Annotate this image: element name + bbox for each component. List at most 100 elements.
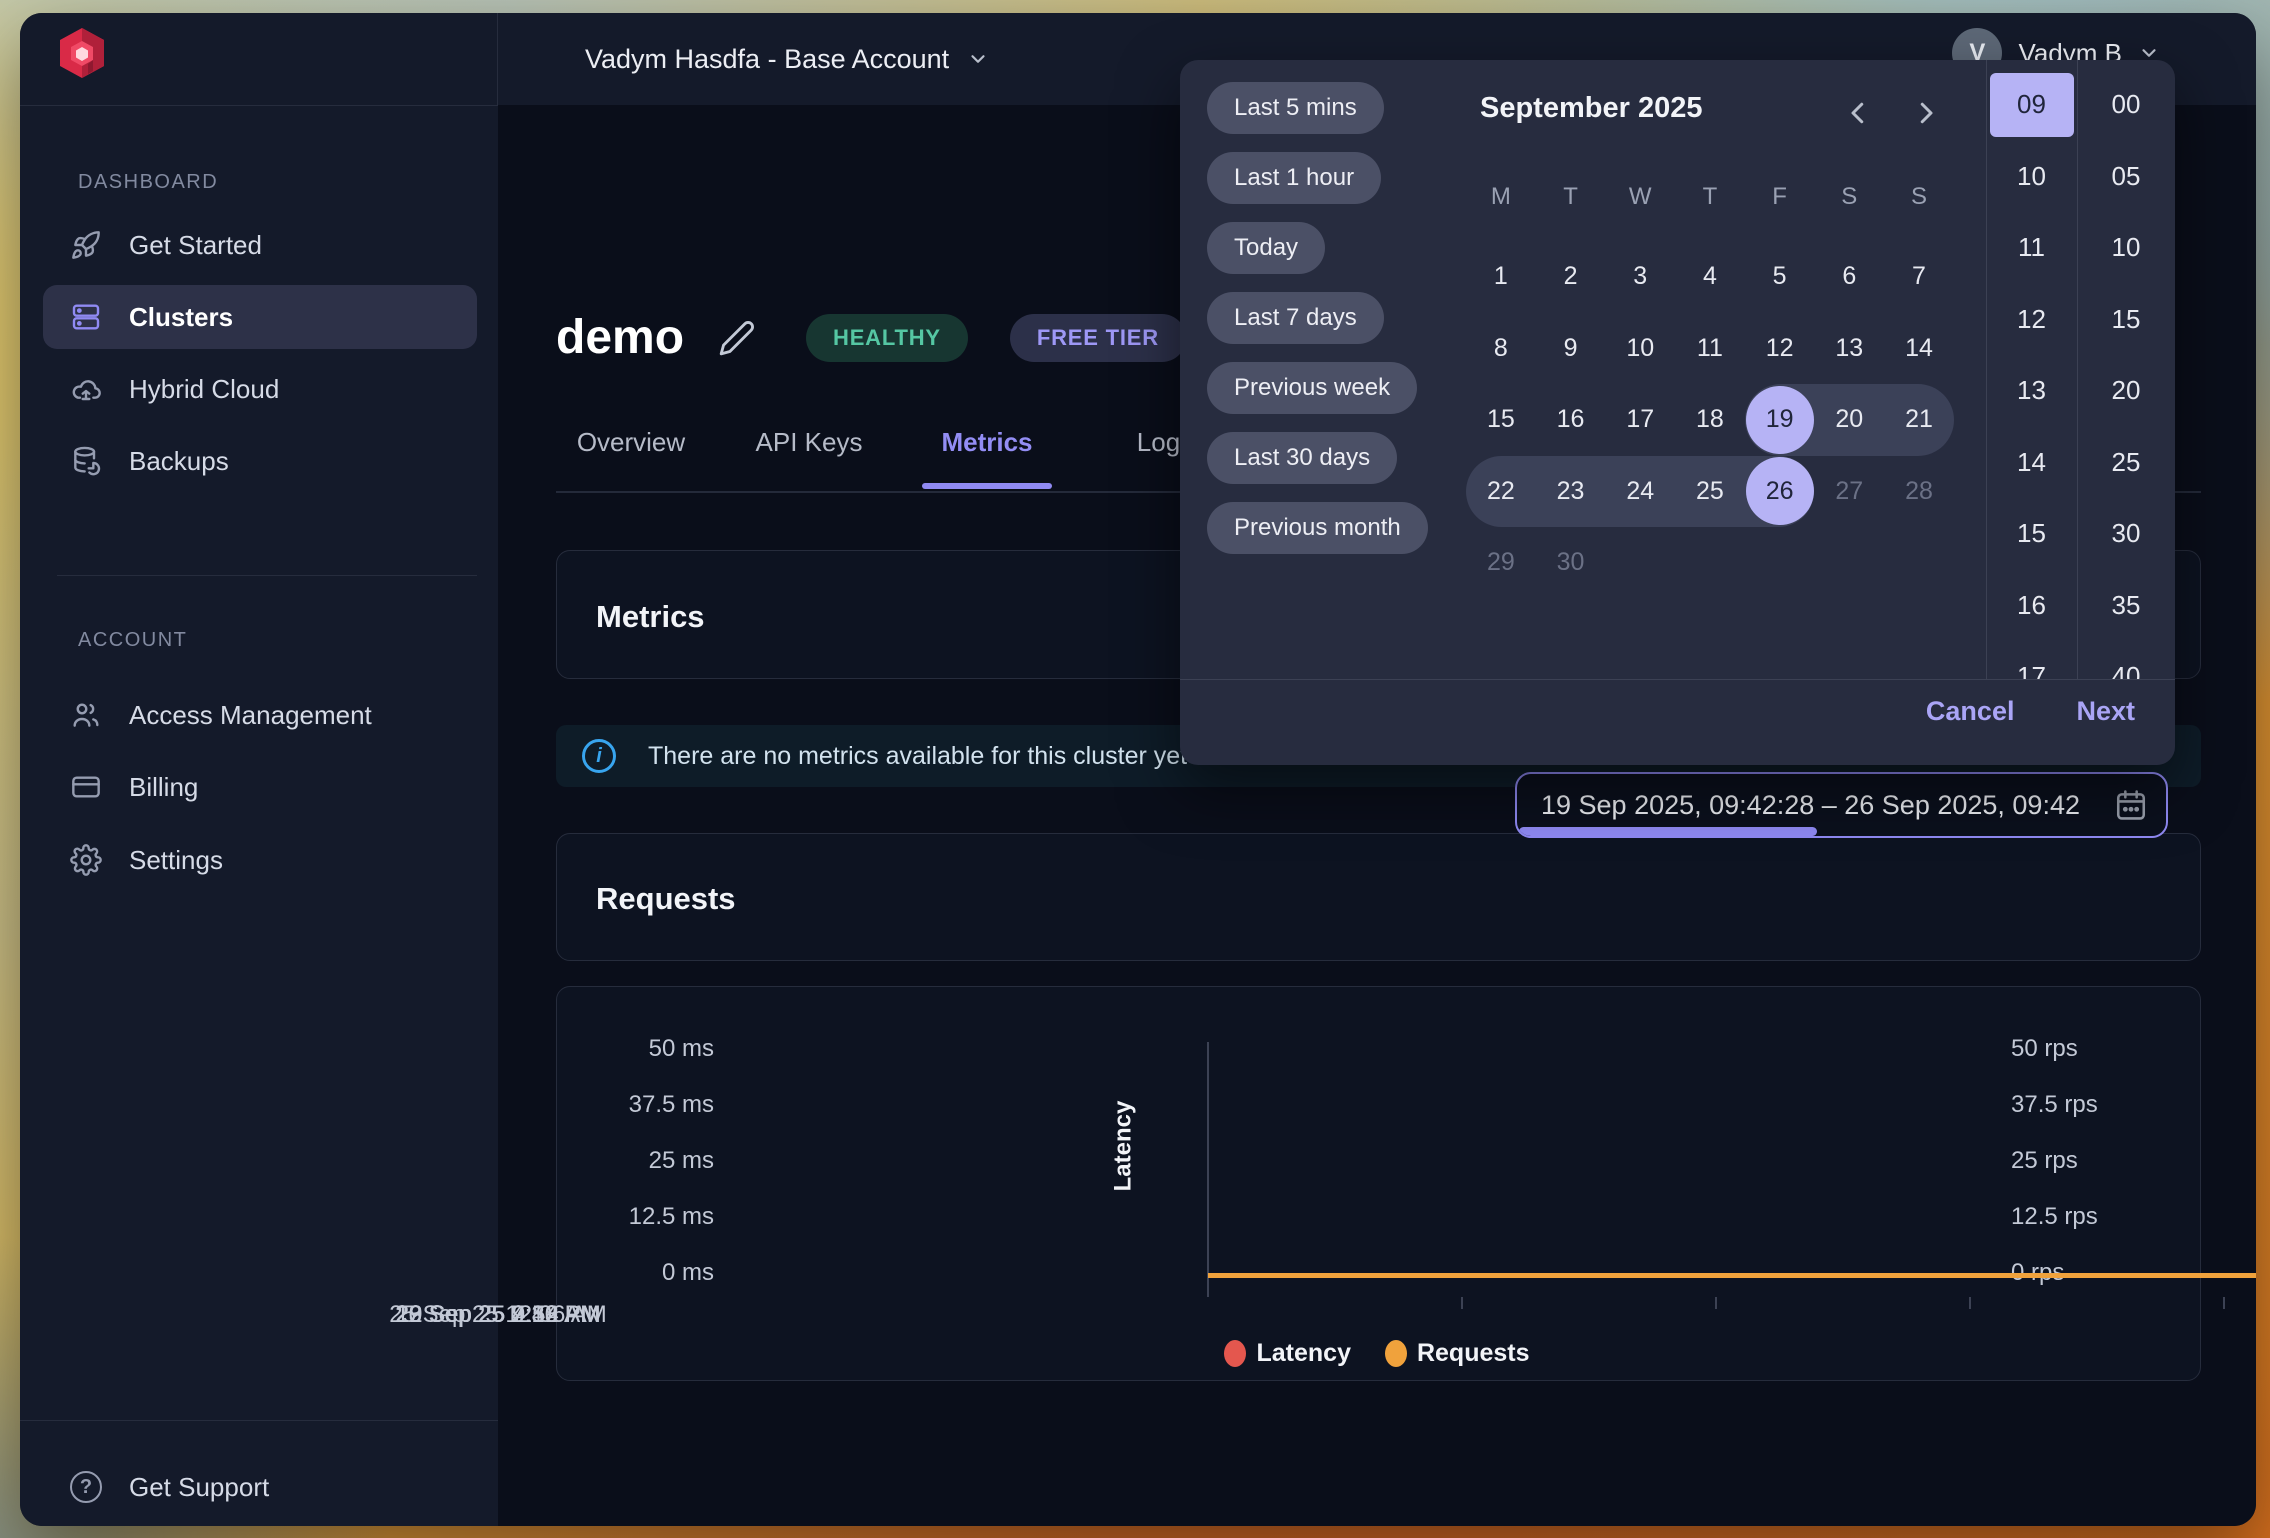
calendar-icon[interactable] xyxy=(2114,788,2148,822)
calendar-day[interactable]: 22 xyxy=(1466,456,1536,528)
calendar-day[interactable]: 4 xyxy=(1675,241,1745,313)
hour-option[interactable]: 17 xyxy=(1990,645,2074,679)
calendar-day[interactable]: 24 xyxy=(1605,456,1675,528)
sidebar-section-dashboard: DASHBOARD xyxy=(78,171,218,194)
legend-item-latency[interactable]: Latency xyxy=(1224,1339,1350,1368)
calendar-day[interactable]: 17 xyxy=(1605,384,1675,456)
minute-option[interactable]: 10 xyxy=(2084,216,2168,280)
minute-option[interactable]: 20 xyxy=(2084,359,2168,423)
calendar-day[interactable]: 25 xyxy=(1675,456,1745,528)
latency-dot-icon xyxy=(1224,1340,1246,1367)
desktop-wallpaper: DASHBOARD Get Started Clusters Hybrid Cl… xyxy=(0,0,2270,1538)
hour-option[interactable]: 15 xyxy=(1990,502,2074,566)
hour-option[interactable]: 12 xyxy=(1990,287,2074,351)
calendar-day[interactable]: 21 xyxy=(1884,384,1954,456)
calendar-prev-icon[interactable] xyxy=(1843,98,1873,128)
sidebar-item-label: Billing xyxy=(129,772,198,803)
minute-option[interactable]: 15 xyxy=(2084,287,2168,351)
sidebar-item-clusters[interactable]: Clusters xyxy=(43,285,477,349)
minute-picker-column: 00 05 10 15 20 25 30 35 40 xyxy=(2077,60,2175,679)
calendar-day[interactable]: 26 xyxy=(1745,456,1815,528)
edit-pencil-icon[interactable] xyxy=(718,319,756,357)
quick-range-button[interactable]: Last 1 hour xyxy=(1207,152,1381,204)
chart-legend: Latency Requests xyxy=(498,1339,2256,1368)
sidebar-item-settings[interactable]: Settings xyxy=(43,828,477,892)
sidebar-item-get-started[interactable]: Get Started xyxy=(43,213,477,277)
cluster-tabs: OverviewAPI KeysMetricsLogs xyxy=(556,427,1240,489)
quick-range-button[interactable]: Today xyxy=(1207,222,1325,274)
gear-icon xyxy=(69,843,103,877)
info-icon: i xyxy=(582,739,616,773)
calendar-day[interactable]: 27 xyxy=(1814,456,1884,528)
sidebar-item-billing[interactable]: Billing xyxy=(43,755,477,819)
calendar-day[interactable]: 29 xyxy=(1466,527,1536,599)
calendar-next-icon[interactable] xyxy=(1911,98,1941,128)
calendar-day[interactable]: 10 xyxy=(1605,313,1675,385)
quick-range-button[interactable]: Previous month xyxy=(1207,502,1428,554)
sidebar-item-label: Get Support xyxy=(129,1472,269,1503)
cluster-title-row: demo HEALTHY FREE TIER xyxy=(556,310,1186,365)
calendar-day[interactable]: 28 xyxy=(1884,456,1954,528)
calendar-day[interactable]: 6 xyxy=(1814,241,1884,313)
rocket-icon xyxy=(69,228,103,262)
hour-option[interactable]: 11 xyxy=(1990,216,2074,280)
sidebar-bottom-divider xyxy=(20,1420,498,1421)
sidebar-item-label: Get Started xyxy=(129,230,262,261)
calendar-day[interactable]: 13 xyxy=(1814,313,1884,385)
calendar-day[interactable]: 9 xyxy=(1536,313,1606,385)
quick-range-button[interactable]: Last 5 mins xyxy=(1207,82,1384,134)
sidebar-item-hybrid-cloud[interactable]: Hybrid Cloud xyxy=(43,357,477,421)
calendar-day[interactable]: 15 xyxy=(1466,384,1536,456)
calendar-day[interactable]: 30 xyxy=(1536,527,1606,599)
calendar-day[interactable]: 7 xyxy=(1884,241,1954,313)
sidebar-item-backups[interactable]: Backups xyxy=(43,429,477,493)
calendar-day[interactable]: 19 xyxy=(1745,384,1815,456)
weekday-label: S xyxy=(1814,172,1884,222)
minute-option[interactable]: 35 xyxy=(2084,573,2168,637)
account-switcher[interactable]: Vadym Hasdfa - Base Account xyxy=(585,13,989,105)
calendar-day[interactable]: 14 xyxy=(1884,313,1954,385)
minute-option[interactable]: 00 xyxy=(2084,73,2168,137)
chart-left-axis-ticks: 50 ms37.5 ms25 ms12.5 ms0 ms xyxy=(614,1036,714,1286)
cancel-button[interactable]: Cancel xyxy=(1926,696,2015,727)
hour-option[interactable]: 10 xyxy=(1990,144,2074,208)
calendar-day[interactable]: 11 xyxy=(1675,313,1745,385)
date-range-input[interactable]: 19 Sep 2025, 09:42:28 – 26 Sep 2025, 09:… xyxy=(1515,772,2168,838)
minute-option[interactable]: 40 xyxy=(2084,645,2168,679)
hour-option[interactable]: 16 xyxy=(1990,573,2074,637)
calendar-day[interactable]: 8 xyxy=(1466,313,1536,385)
requests-panel: Requests xyxy=(556,833,2201,961)
qdrant-logo-icon[interactable] xyxy=(57,27,107,79)
metrics-panel-title: Metrics xyxy=(596,599,705,635)
calendar-day[interactable]: 18 xyxy=(1675,384,1745,456)
calendar-day[interactable]: 12 xyxy=(1745,313,1815,385)
minute-option[interactable]: 30 xyxy=(2084,502,2168,566)
hour-option[interactable]: 14 xyxy=(1990,430,2074,494)
quick-range-button[interactable]: Last 30 days xyxy=(1207,432,1397,484)
minute-option[interactable]: 25 xyxy=(2084,430,2168,494)
popup-footer-divider xyxy=(1180,679,2175,680)
calendar-day[interactable]: 1 xyxy=(1466,241,1536,313)
legend-item-requests[interactable]: Requests xyxy=(1385,1339,1530,1368)
calendar-day[interactable]: 23 xyxy=(1536,456,1606,528)
calendar-day[interactable]: 3 xyxy=(1605,241,1675,313)
calendar-day[interactable]: 16 xyxy=(1536,384,1606,456)
account-switcher-label: Vadym Hasdfa - Base Account xyxy=(585,44,949,75)
next-button[interactable]: Next xyxy=(2076,696,2135,727)
y-tick-label: 12.5 rps xyxy=(2011,1204,2098,1230)
sidebar-item-access-management[interactable]: Access Management xyxy=(43,683,477,747)
tab[interactable]: Overview xyxy=(556,427,706,489)
credit-card-icon xyxy=(69,770,103,804)
calendar-day[interactable]: 5 xyxy=(1745,241,1815,313)
minute-option[interactable]: 05 xyxy=(2084,144,2168,208)
tab[interactable]: API Keys xyxy=(734,427,884,489)
calendar-day[interactable]: 2 xyxy=(1536,241,1606,313)
hour-option[interactable]: 13 xyxy=(1990,359,2074,423)
hour-option[interactable]: 09 xyxy=(1990,73,2074,137)
quick-range-button[interactable]: Last 7 days xyxy=(1207,292,1384,344)
calendar-day[interactable]: 20 xyxy=(1814,384,1884,456)
quick-range-button[interactable]: Previous week xyxy=(1207,362,1417,414)
tab[interactable]: Metrics xyxy=(912,427,1062,489)
chevron-down-icon xyxy=(967,48,989,70)
sidebar-item-get-support[interactable]: ? Get Support xyxy=(43,1455,477,1519)
